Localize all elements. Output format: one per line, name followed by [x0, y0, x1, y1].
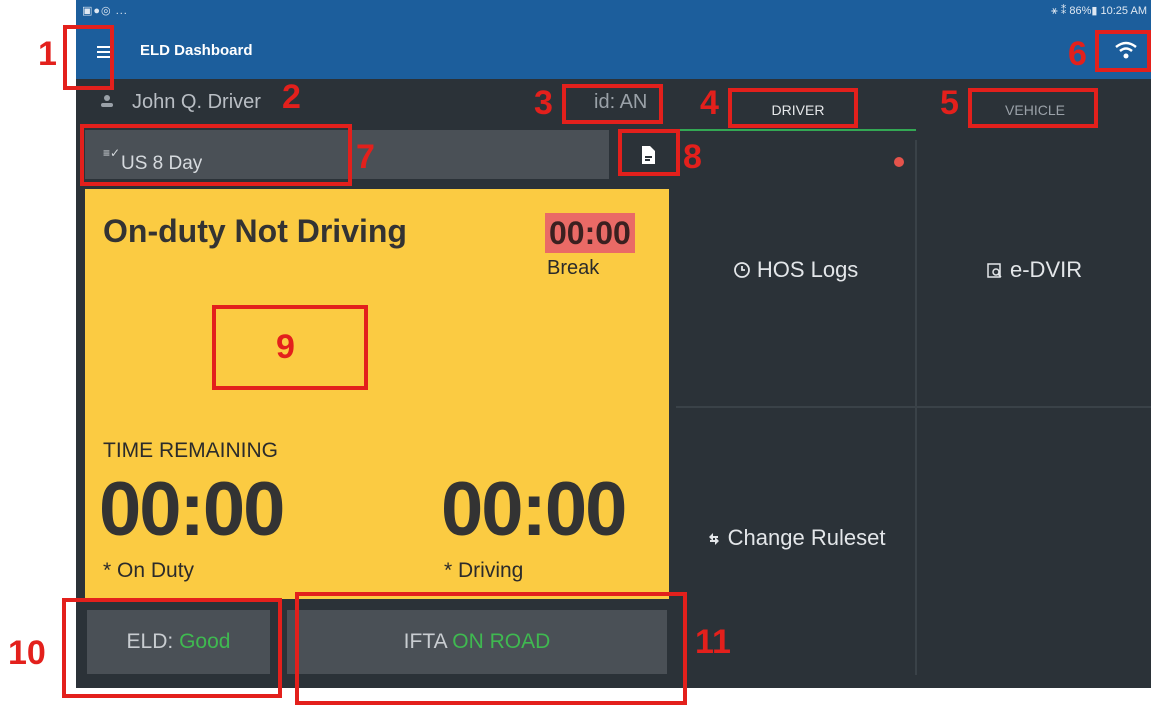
annotation-box-8 [618, 129, 680, 176]
edvir-tile[interactable]: e-DVIR [917, 140, 1151, 406]
app-title: ELD Dashboard [140, 42, 253, 59]
annotation-number-6: 6 [1068, 35, 1087, 73]
annotation-box-6 [1095, 30, 1151, 72]
annotation-box-5 [968, 88, 1098, 128]
on-duty-label: * On Duty [103, 559, 195, 582]
annotation-number-2: 2 [282, 78, 301, 116]
on-duty-timer: 00:00 [99, 467, 285, 552]
annotation-number-8: 8 [683, 138, 702, 176]
annotation-box-3 [562, 84, 663, 124]
annotation-number-9: 9 [276, 328, 295, 366]
change-ruleset-label: Change Ruleset [727, 525, 886, 550]
time-remaining-label: TIME REMAINING [103, 439, 279, 462]
annotation-number-1: 1 [38, 35, 57, 73]
annotation-number-3: 3 [534, 84, 553, 122]
annotation-box-11 [295, 592, 687, 705]
break-timer: 00:00 [545, 213, 635, 253]
annotation-box-1 [63, 25, 114, 90]
hos-logs-label: HOS Logs [756, 257, 859, 282]
break-label: Break [547, 257, 600, 279]
annotation-number-5: 5 [940, 84, 959, 122]
clock-icon [733, 262, 750, 278]
swap-icon [708, 533, 719, 545]
duty-status-card: On-duty Not Driving 00:00 Break TIME REM… [85, 189, 669, 599]
status-icons-left: ▣●◎ ... [82, 5, 128, 17]
status-icons-right: ⚹ ⁑ 86%▮ 10:25 AM [1051, 5, 1147, 17]
driving-timer: 00:00 [441, 467, 627, 552]
edvir-label: e-DVIR [1010, 257, 1083, 282]
annotation-number-11: 11 [695, 623, 731, 661]
annotation-number-10: 10 [8, 634, 46, 672]
annotation-box-4 [728, 88, 858, 128]
system-status-bar: ▣●◎ ... ⚹ ⁑ 86%▮ 10:25 AM [76, 0, 1151, 22]
driver-name: John Q. Driver [132, 91, 261, 113]
duty-status: On-duty Not Driving [103, 213, 407, 249]
hos-logs-tile[interactable]: HOS Logs [676, 140, 915, 406]
annotation-number-7: 7 [356, 138, 375, 176]
annotation-number-4: 4 [700, 84, 719, 122]
inspection-icon [987, 263, 1002, 278]
person-icon [101, 95, 113, 107]
driving-label: * Driving [444, 559, 524, 582]
app-bar: ELD Dashboard [76, 22, 1151, 79]
empty-tile [917, 408, 1151, 675]
annotation-box-7 [80, 124, 352, 186]
annotation-box-10 [62, 598, 282, 698]
